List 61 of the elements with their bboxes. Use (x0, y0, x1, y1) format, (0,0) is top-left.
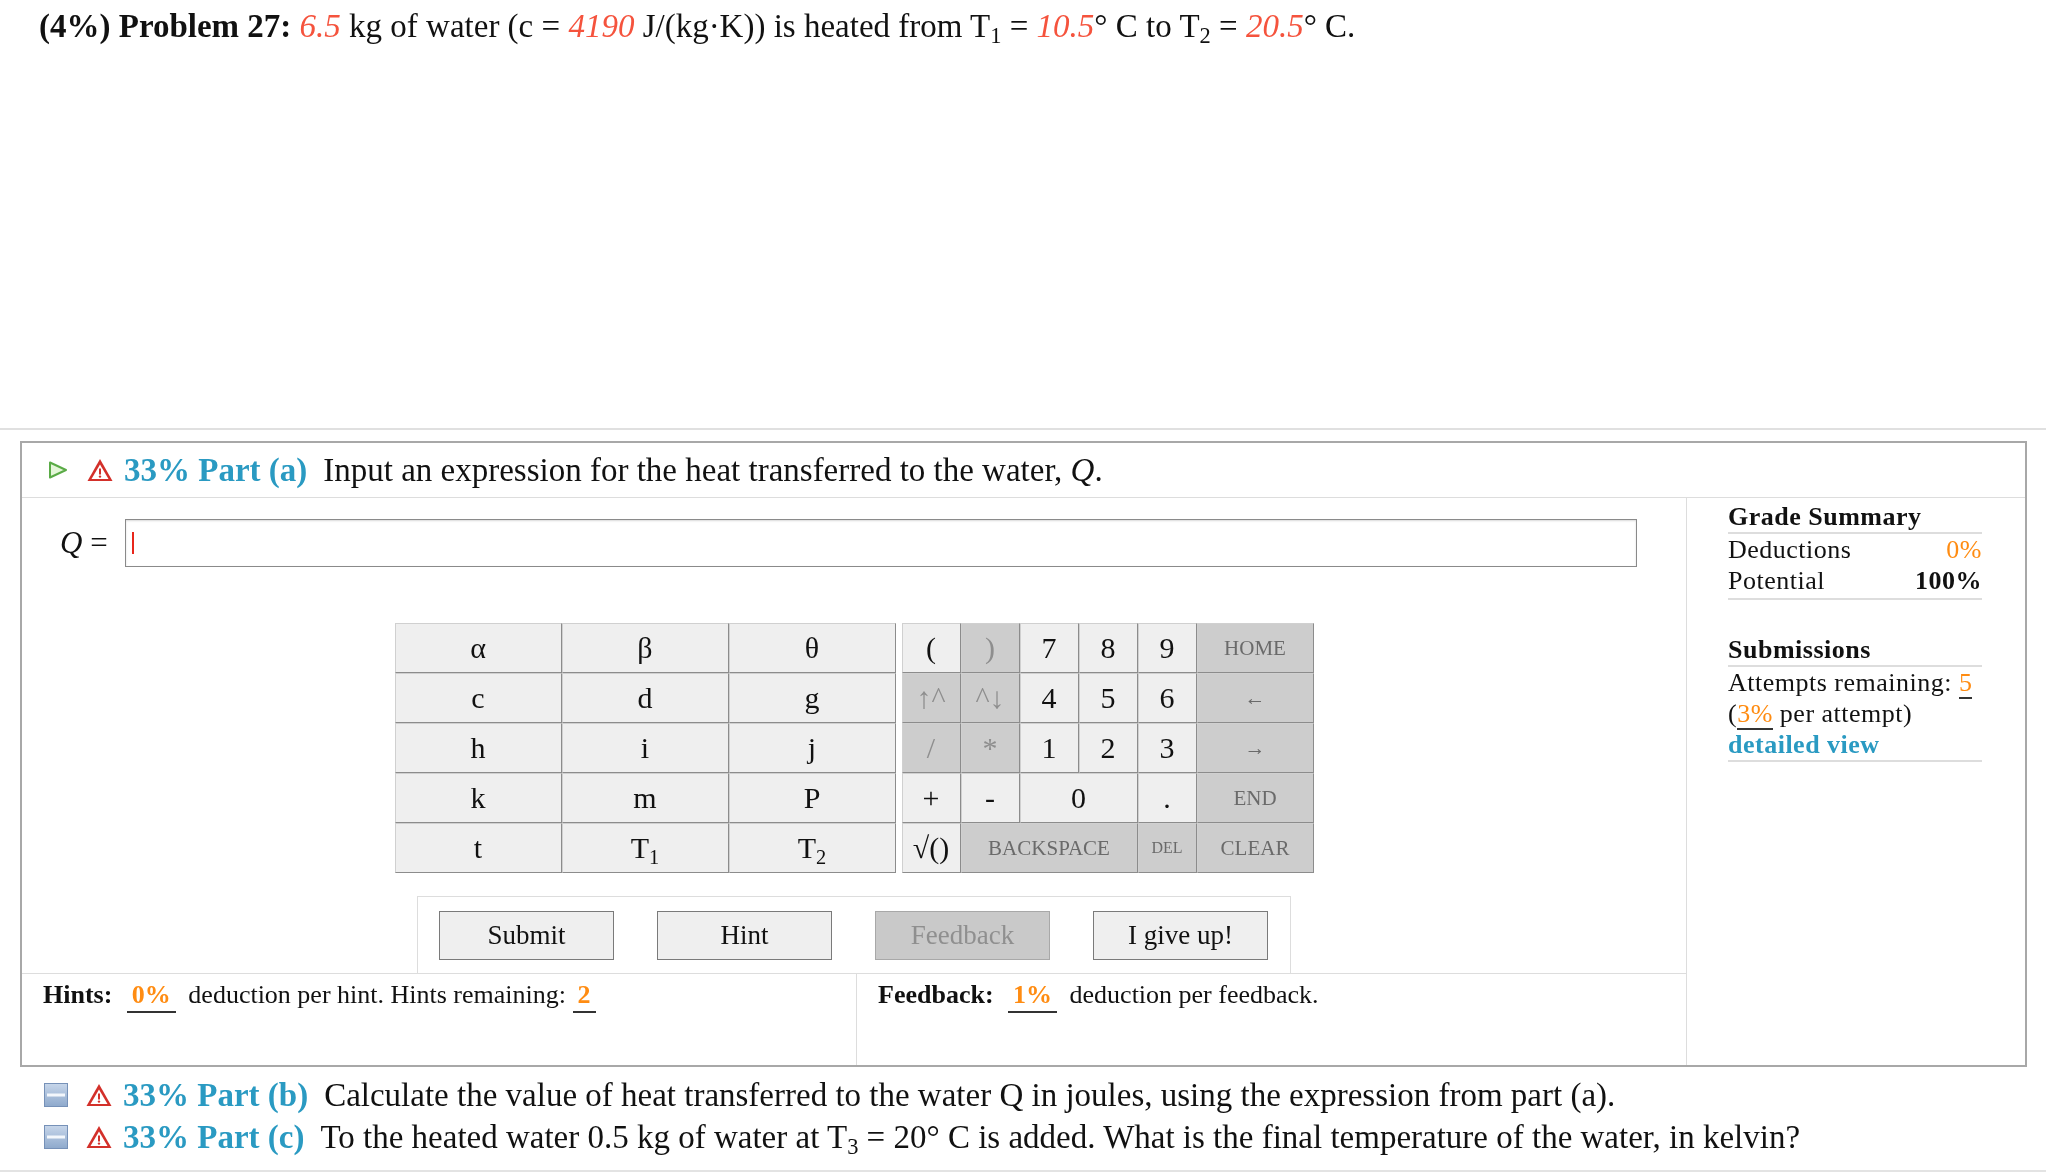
keypad-key[interactable]: T$_{2}$ (728, 823, 896, 873)
collapsed-box-icon[interactable] (44, 1125, 68, 1149)
keypad-key[interactable]: 5 (1078, 673, 1138, 723)
feedback-text: deduction per feedback. (1069, 980, 1319, 1009)
keypad-key[interactable]: 3 (1137, 723, 1197, 773)
answer-input[interactable] (125, 519, 1637, 567)
hints-text: deduction per hint. Hints remaining: (188, 980, 566, 1009)
keypad-key[interactable]: - (960, 773, 1020, 823)
warning-icon (86, 1125, 112, 1149)
keypad-key[interactable]: g (728, 673, 896, 723)
keypad-key[interactable]: θ (728, 623, 896, 673)
keypad-key[interactable]: P (728, 773, 896, 823)
action-button[interactable]: I give up! (1093, 910, 1268, 960)
part-prompt: To the heated water 0.5 kg of water at T$_{3}$ = 20° C is added. What is the final temperature of the water, in kelvin? (320, 1118, 1801, 1156)
keypad-key[interactable]: 7 (1019, 623, 1079, 673)
play-icon[interactable] (48, 460, 68, 480)
submissions-title: Submissions (1728, 634, 1982, 667)
keypad-key[interactable]: k (394, 773, 562, 823)
summary-label: Potential (1728, 565, 1825, 596)
collapsed-box-icon[interactable] (44, 1083, 68, 1107)
keypad-key[interactable]: j (728, 723, 896, 773)
action-button[interactable]: Hint (657, 910, 832, 960)
summary-label: Deductions (1728, 534, 1852, 565)
answer-label: Q = (60, 525, 109, 561)
keypad-key[interactable]: 8 (1078, 623, 1138, 673)
keypad-key[interactable]: 1 (1019, 723, 1079, 773)
action-button[interactable]: Submit (439, 910, 614, 960)
keypad-key[interactable]: 0 (1019, 773, 1138, 823)
keypad-key[interactable]: α (394, 623, 562, 673)
part-prompt: Calculate the value of heat transferred to the water Q in joules, using the expression from part (a). (324, 1076, 1616, 1114)
keypad-key[interactable]: m (561, 773, 729, 823)
keypad-key[interactable]: i (561, 723, 729, 773)
keypad-key[interactable]: √() (901, 823, 961, 873)
keypad-key[interactable]: 4 (1019, 673, 1079, 723)
keypad-key[interactable]: 2 (1078, 723, 1138, 773)
keypad-key[interactable]: c (394, 673, 562, 723)
hint-deduction-value: 0% (126, 980, 176, 1013)
summary-value: 0% (1946, 534, 1982, 565)
keypad-key[interactable]: 6 (1137, 673, 1197, 723)
keypad-key[interactable]: T$_{1}$ (561, 823, 729, 873)
part-prompt: Input an expression for the heat transferred to the water, Q. (323, 451, 1103, 489)
keypad-key[interactable]: t (394, 823, 562, 873)
hints-label: Hints: (43, 980, 113, 1009)
keypad-key[interactable]: d (561, 673, 729, 723)
keypad-key[interactable]: . (1137, 773, 1197, 823)
warning-icon (86, 1083, 112, 1107)
per-attempt-note: (3% per attempt) (1728, 698, 1914, 729)
warning-icon (87, 458, 113, 482)
problem-statement: (4%) Problem 27: 6.5 kg of water (c = 4190 J/(kg·K)) is heated from T$_{1}$ = 10.5° C to T$_{2}$ = 20.5° C. (39, 7, 1357, 46)
feedback-label: Feedback: (878, 980, 994, 1009)
summary-value: 100% (1915, 565, 1982, 596)
attempts-label: Attempts remaining: (1728, 668, 1952, 697)
keypad-key[interactable]: + (901, 773, 961, 823)
grade-summary-title: Grade Summary (1728, 501, 1982, 534)
feedback-deduction-value: 1% (1008, 980, 1058, 1013)
keypad-key[interactable]: h (394, 723, 562, 773)
keypad-key[interactable]: 9 (1137, 623, 1197, 673)
attempts-value: 5 (1958, 668, 1973, 699)
keypad-key[interactable]: β (561, 623, 729, 673)
hints-remaining-value: 2 (572, 980, 596, 1013)
keypad-key[interactable]: ( (901, 623, 961, 673)
